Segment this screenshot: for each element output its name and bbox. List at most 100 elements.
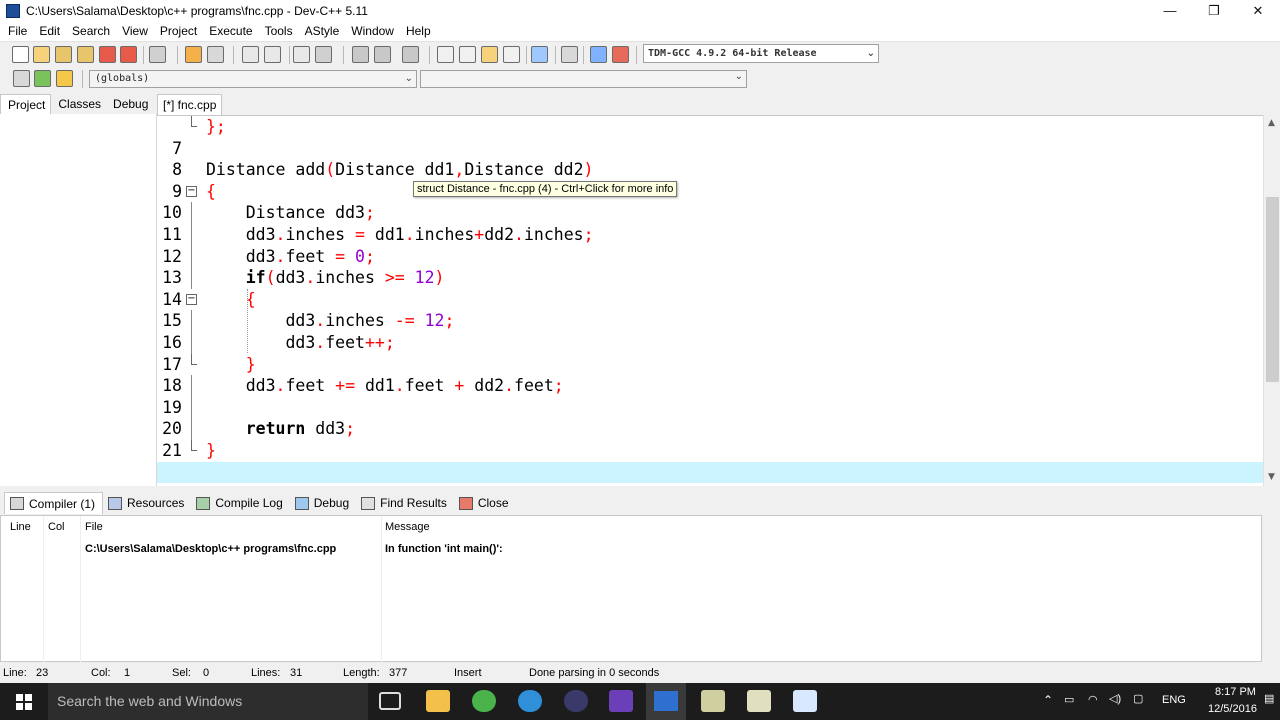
compiler-select-value: TDM-GCC 4.9.2 64-bit Release bbox=[648, 48, 817, 59]
run-icon[interactable] bbox=[459, 46, 476, 63]
insert-icon[interactable] bbox=[13, 70, 30, 87]
taskbar-search[interactable]: Search the web and Windows bbox=[48, 683, 368, 720]
syntax-check-icon[interactable] bbox=[531, 46, 548, 63]
visual-studio-icon[interactable] bbox=[609, 690, 633, 712]
close-window-button[interactable]: ✕ bbox=[1236, 0, 1280, 21]
code-line: 20 bbox=[157, 396, 1263, 438]
document-icon[interactable] bbox=[793, 690, 817, 712]
system-tray: ⌃ ▭ ◠ ◁) ▢ ENG 8:17 PM 12/5/2016 ▤ bbox=[1035, 683, 1280, 720]
header-file[interactable]: File bbox=[85, 521, 103, 533]
open-file-icon[interactable] bbox=[33, 46, 50, 63]
header-col[interactable]: Col bbox=[48, 521, 65, 533]
close-file-icon[interactable] bbox=[99, 46, 116, 63]
firefox-icon[interactable] bbox=[518, 690, 542, 712]
scope-select[interactable]: (globals) ⌄ bbox=[89, 70, 417, 88]
code-line: 14 if(dd3.inches >= 12) bbox=[162, 267, 445, 309]
tab-debug-output[interactable]: Debug bbox=[290, 492, 356, 514]
scroll-down-icon[interactable]: ▼ bbox=[1268, 472, 1275, 482]
menu-search[interactable]: Search bbox=[66, 24, 116, 38]
battery-icon[interactable]: ▭ bbox=[1064, 693, 1074, 706]
menu-execute[interactable]: Execute bbox=[203, 24, 258, 38]
code-line: 9 Distance add(Distance dd1,Distance dd2… bbox=[172, 160, 594, 201]
header-message[interactable]: Message bbox=[385, 521, 430, 533]
fold-collapse-icon[interactable]: − bbox=[186, 293, 197, 305]
undo-icon[interactable] bbox=[185, 46, 202, 63]
debug-icon[interactable] bbox=[612, 46, 629, 63]
tab-compile-log[interactable]: Compile Log bbox=[191, 492, 289, 514]
find-icon[interactable] bbox=[242, 46, 259, 63]
scroll-up-icon[interactable]: ▲ bbox=[1268, 118, 1275, 128]
code-line: 15 − { bbox=[162, 289, 256, 331]
minimize-button[interactable]: — bbox=[1148, 0, 1192, 21]
rebuild-all-icon[interactable] bbox=[503, 46, 520, 63]
print-icon[interactable] bbox=[149, 46, 166, 63]
clock-date[interactable]: 12/5/2016 bbox=[1208, 703, 1257, 715]
compile-icon[interactable] bbox=[437, 46, 454, 63]
tab-resources[interactable]: Resources bbox=[103, 492, 191, 514]
notification-message-icon[interactable]: ▢ bbox=[1133, 692, 1143, 705]
wifi-icon[interactable]: ◠ bbox=[1088, 693, 1098, 706]
bookmark-toggle-icon[interactable] bbox=[56, 70, 73, 87]
close-all-icon[interactable] bbox=[120, 46, 137, 63]
action-center-icon[interactable]: ▤ bbox=[1264, 692, 1274, 705]
compiler-select[interactable]: TDM-GCC 4.9.2 64-bit Release ⌄ bbox=[643, 44, 879, 63]
bottom-panel-tabs: Compiler (1) Resources Compile Log Debug… bbox=[0, 491, 1280, 515]
header-line[interactable]: Line bbox=[10, 521, 31, 533]
tab-project[interactable]: Project bbox=[0, 94, 52, 114]
utorrent-icon[interactable] bbox=[472, 690, 496, 712]
menu-help[interactable]: Help bbox=[400, 24, 437, 38]
toggle-comment-icon[interactable] bbox=[402, 46, 419, 63]
replace-icon[interactable] bbox=[264, 46, 281, 63]
clock-time[interactable]: 8:17 PM bbox=[1215, 686, 1256, 698]
redo-icon[interactable] bbox=[207, 46, 224, 63]
menu-edit[interactable]: Edit bbox=[33, 24, 66, 38]
menu-view[interactable]: View bbox=[116, 24, 154, 38]
goto-line-icon[interactable] bbox=[293, 46, 310, 63]
new-file-icon[interactable] bbox=[12, 46, 29, 63]
tab-compiler[interactable]: Compiler (1) bbox=[4, 492, 104, 514]
code-editor[interactable]: 7 }; 8 9 Distance add(Distance dd1,Dista… bbox=[157, 115, 1263, 486]
project-panel bbox=[0, 114, 157, 486]
message-file[interactable]: C:\Users\Salama\Desktop\c++ programs\fnc… bbox=[85, 543, 336, 555]
menu-file[interactable]: File bbox=[2, 24, 33, 38]
start-button[interactable] bbox=[0, 683, 48, 720]
stop-execution-icon[interactable] bbox=[561, 46, 578, 63]
show-hidden-icons-icon[interactable]: ⌃ bbox=[1043, 693, 1053, 707]
members-select[interactable]: ⌄ bbox=[420, 70, 747, 88]
save-icon[interactable] bbox=[55, 46, 72, 63]
status-line-label: Line: bbox=[3, 667, 27, 679]
indent-icon[interactable] bbox=[352, 46, 369, 63]
menu-astyle[interactable]: AStyle bbox=[299, 24, 346, 38]
save-all-icon[interactable] bbox=[77, 46, 94, 63]
task-view-icon[interactable] bbox=[379, 692, 401, 710]
volume-icon[interactable]: ◁) bbox=[1109, 692, 1121, 705]
devcpp-taskbar-button[interactable] bbox=[646, 683, 686, 720]
tab-debug[interactable]: Debug bbox=[106, 94, 153, 114]
status-sel-value: 0 bbox=[203, 667, 210, 679]
notepad-plus-icon[interactable] bbox=[701, 690, 725, 712]
tab-find-results[interactable]: Find Results bbox=[356, 492, 454, 514]
bookmark-icon[interactable] bbox=[315, 46, 332, 63]
goto-declaration-icon[interactable] bbox=[34, 70, 51, 87]
chevron-down-icon: ⌄ bbox=[734, 71, 743, 82]
tab-fnc-cpp[interactable]: [*] fnc.cpp bbox=[157, 94, 222, 115]
scroll-thumb[interactable] bbox=[1266, 197, 1279, 382]
app-icon[interactable] bbox=[747, 690, 771, 712]
language-indicator[interactable]: ENG bbox=[1162, 694, 1186, 706]
unindent-icon[interactable] bbox=[374, 46, 391, 63]
eclipse-icon[interactable] bbox=[564, 690, 588, 712]
restore-button[interactable]: ❐ bbox=[1192, 0, 1236, 21]
menu-tools[interactable]: Tools bbox=[259, 24, 299, 38]
message-text[interactable]: In function 'int main()': bbox=[385, 543, 503, 555]
compile-run-icon[interactable] bbox=[481, 46, 498, 63]
menu-window[interactable]: Window bbox=[345, 24, 400, 38]
file-explorer-icon[interactable] bbox=[426, 690, 450, 712]
status-col-value: 1 bbox=[124, 667, 131, 679]
editor-vertical-scrollbar[interactable]: ▲ ▼ bbox=[1263, 115, 1280, 486]
tab-classes[interactable]: Classes bbox=[51, 94, 106, 114]
fold-collapse-icon[interactable]: − bbox=[186, 185, 197, 197]
profile-chart-icon[interactable] bbox=[590, 46, 607, 63]
tab-close[interactable]: Close bbox=[454, 492, 516, 514]
menu-project[interactable]: Project bbox=[154, 24, 203, 38]
windows-taskbar: Search the web and Windows ⌃ ▭ ◠ ◁) ▢ EN… bbox=[0, 683, 1280, 720]
